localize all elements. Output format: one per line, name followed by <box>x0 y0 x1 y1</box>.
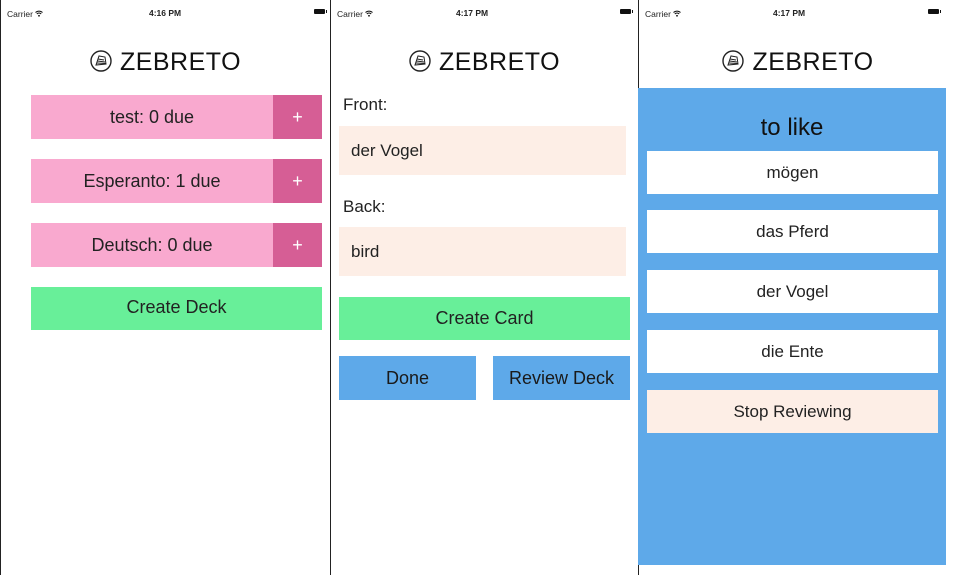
wifi-icon <box>35 10 44 17</box>
status-time: 4:17 PM <box>773 8 806 18</box>
answer-choice[interactable]: mögen <box>647 151 938 194</box>
app-header: ZEBRETO <box>639 48 957 77</box>
status-bar: Carrier 4:17 PM <box>639 0 957 22</box>
deck-button[interactable]: Esperanto: 1 due <box>31 159 273 203</box>
create-card-button[interactable]: Create Card <box>339 297 630 340</box>
app-title: ZEBRETO <box>752 48 874 76</box>
new-card-screen: Carrier 4:17 PM ZEBRETO <box>330 0 638 575</box>
app-title: ZEBRETO <box>119 48 242 76</box>
back-field[interactable]: bird <box>339 227 626 276</box>
deck-button[interactable]: test: 0 due <box>31 95 273 139</box>
zebra-logo-icon <box>90 50 112 72</box>
front-label: Front: <box>343 95 388 114</box>
deck-row: Esperanto: 1 due + <box>31 159 322 203</box>
add-card-button[interactable]: + <box>273 95 322 139</box>
create-deck-button[interactable]: Create Deck <box>31 287 322 330</box>
deck-row: test: 0 due + <box>31 95 322 139</box>
app-header: ZEBRETO <box>331 48 638 77</box>
carrier-label: Carrier <box>7 9 33 19</box>
app-title: ZEBRETO <box>438 48 561 76</box>
add-card-button[interactable]: + <box>273 223 322 267</box>
app-header: ZEBRETO <box>1 48 330 77</box>
deck-button[interactable]: Deutsch: 0 due <box>31 223 273 267</box>
carrier-label: Carrier <box>337 9 363 19</box>
carrier-label: Carrier <box>645 9 671 19</box>
battery-icon <box>620 9 633 14</box>
answer-choice[interactable]: der Vogel <box>647 270 938 313</box>
back-label: Back: <box>343 197 386 216</box>
battery-icon <box>928 9 941 14</box>
zebra-logo-icon <box>722 50 745 72</box>
stop-reviewing-button[interactable]: Stop Reviewing <box>647 390 938 433</box>
status-time: 4:16 PM <box>149 8 182 18</box>
review-prompt: to like <box>760 114 824 141</box>
battery-icon <box>314 9 327 14</box>
review-panel: to like mögen das Pferd der Vogel die En… <box>638 88 946 565</box>
front-field[interactable]: der Vogel <box>339 126 626 175</box>
zebra-logo-icon <box>409 50 431 72</box>
review-deck-button[interactable]: Review Deck <box>493 356 630 400</box>
wifi-icon <box>673 10 682 17</box>
status-bar: Carrier 4:16 PM <box>1 0 330 22</box>
status-bar: Carrier 4:17 PM <box>331 0 638 22</box>
deck-row: Deutsch: 0 due + <box>31 223 322 267</box>
wifi-icon <box>365 10 374 17</box>
answer-choice[interactable]: das Pferd <box>647 210 938 253</box>
answer-choice[interactable]: die Ente <box>647 330 938 373</box>
done-button[interactable]: Done <box>339 356 476 400</box>
add-card-button[interactable]: + <box>273 159 322 203</box>
status-time: 4:17 PM <box>456 8 489 18</box>
